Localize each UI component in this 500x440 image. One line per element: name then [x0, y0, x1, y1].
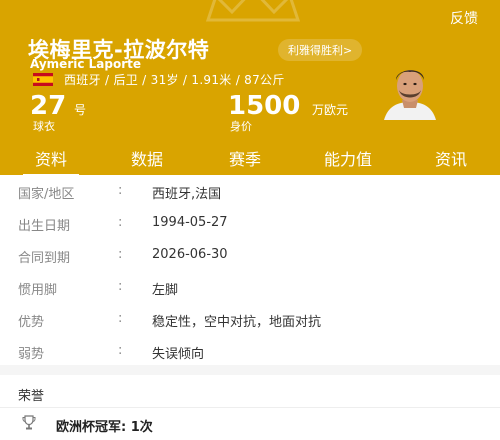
spain-flag-icon	[33, 73, 53, 86]
honor-item: 欧洲杯冠军: 1次	[56, 420, 153, 435]
tab-profile[interactable]: 资料	[16, 146, 86, 176]
info-row-contract: 合同到期 : 2026-06-30	[0, 239, 500, 271]
player-meta: 西班牙 / 后卫 / 31岁 / 1.91米 / 87公斤	[64, 73, 285, 87]
divider	[0, 407, 500, 408]
shirt-number-label: 球衣	[33, 120, 55, 133]
honors-title: 荣誉	[18, 389, 45, 404]
crown-watermark-icon	[205, 0, 301, 22]
info-label: 国家/地区	[18, 187, 75, 202]
feedback-button[interactable]: 反馈	[450, 8, 478, 28]
tab-bar: 资料 数据 赛季 能力值 资讯	[0, 146, 500, 176]
player-avatar	[384, 70, 436, 120]
info-label: 惯用脚	[18, 283, 58, 298]
market-value-label: 身价	[230, 120, 252, 133]
info-label: 弱势	[18, 347, 45, 362]
info-value: 左脚	[152, 283, 179, 298]
info-colon: :	[118, 343, 123, 358]
player-name-english: Aymeric Laporte	[30, 57, 142, 71]
market-value: 1500	[228, 91, 301, 121]
info-colon: :	[118, 311, 123, 326]
info-value: 西班牙,法国	[152, 187, 222, 202]
shirt-number: 27	[30, 91, 67, 121]
info-value: 1994-05-27	[152, 215, 228, 230]
tab-ability[interactable]: 能力值	[313, 146, 383, 170]
profile-info-list: 国家/地区 : 西班牙,法国 出生日期 : 1994-05-27 合同到期 : …	[0, 175, 500, 365]
info-row-strengths: 优势 : 稳定性，空中对抗，地面对抗	[0, 303, 500, 335]
info-colon: :	[118, 215, 123, 230]
market-value-unit: 万欧元	[312, 103, 349, 117]
tab-season[interactable]: 赛季	[210, 146, 280, 170]
info-colon: :	[118, 247, 123, 262]
tab-stats[interactable]: 数据	[112, 146, 182, 170]
info-row-nationality: 国家/地区 : 西班牙,法国	[0, 175, 500, 207]
player-header: 反馈 埃梅里克-拉波尔特 利雅得胜利> Aymeric Laporte 西班牙 …	[0, 0, 500, 182]
info-row-weaknesses: 弱势 : 失误倾向	[0, 335, 500, 367]
info-row-foot: 惯用脚 : 左脚	[0, 271, 500, 303]
honors-section: 荣誉 欧洲杯冠军: 1次	[0, 375, 500, 440]
info-value: 稳定性，空中对抗，地面对抗	[152, 315, 322, 330]
tab-news[interactable]: 资讯	[416, 146, 486, 170]
info-value: 2026-06-30	[152, 247, 228, 262]
club-link[interactable]: 利雅得胜利>	[278, 39, 363, 61]
shirt-number-unit: 号	[74, 103, 87, 117]
info-label: 出生日期	[18, 219, 71, 234]
info-value: 失误倾向	[152, 347, 205, 362]
info-colon: :	[118, 279, 123, 294]
trophy-icon	[22, 415, 36, 430]
info-colon: :	[118, 183, 123, 198]
info-row-birthdate: 出生日期 : 1994-05-27	[0, 207, 500, 239]
info-label: 优势	[18, 315, 45, 330]
info-label: 合同到期	[18, 251, 71, 266]
